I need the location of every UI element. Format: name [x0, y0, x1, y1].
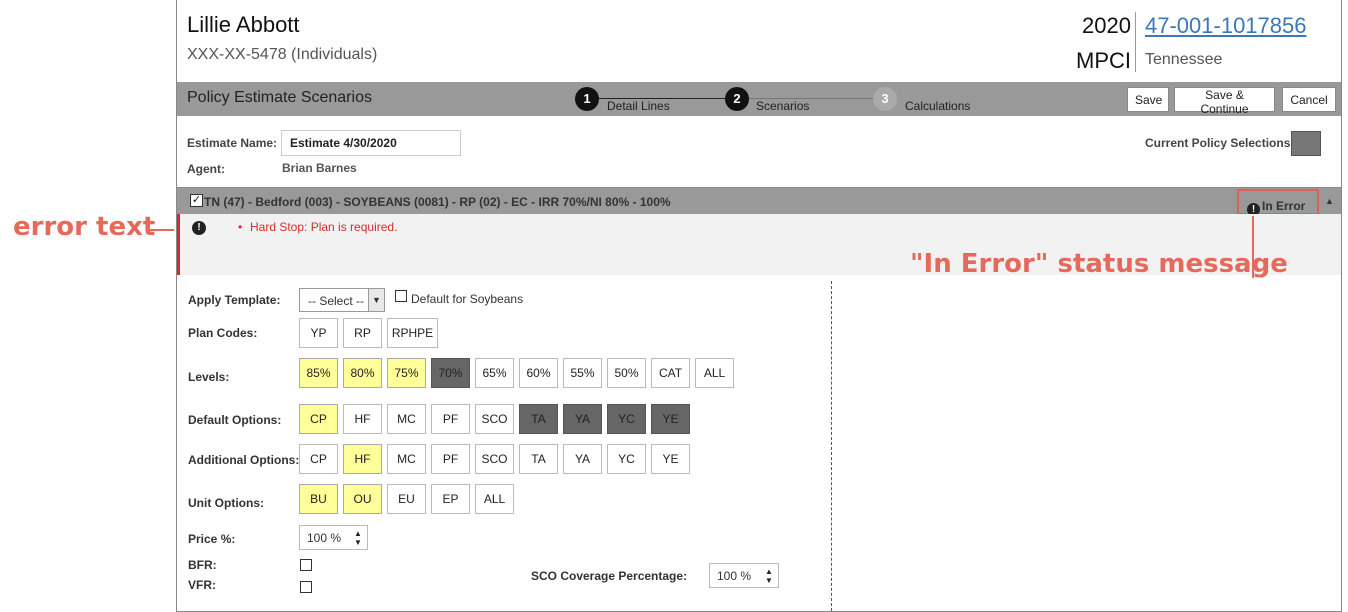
- level-85[interactable]: 85%: [299, 358, 338, 388]
- additional-options-label: Additional Options:: [188, 453, 300, 467]
- in-error-label: In Error: [1262, 199, 1306, 213]
- step-3-label[interactable]: Calculations: [905, 99, 970, 113]
- chevron-down-icon[interactable]: ▼: [368, 289, 384, 311]
- unit-option-ou[interactable]: OU: [343, 484, 382, 514]
- level-65[interactable]: 65%: [475, 358, 514, 388]
- default-option-yc[interactable]: YC: [607, 404, 646, 434]
- estimate-name-label: Estimate Name:: [187, 136, 278, 150]
- stepper-arrows-icon[interactable]: ▲ ▼: [760, 564, 778, 587]
- stepper-arrows-icon[interactable]: ▲ ▼: [349, 526, 367, 549]
- level-50[interactable]: 50%: [607, 358, 646, 388]
- level-60[interactable]: 60%: [519, 358, 558, 388]
- default-option-pf[interactable]: PF: [431, 404, 470, 434]
- default-options-label: Default Options:: [188, 413, 282, 427]
- detail-line-checkbox[interactable]: ✓: [190, 194, 203, 207]
- level-75[interactable]: 75%: [387, 358, 426, 388]
- step-1-label[interactable]: Detail Lines: [607, 99, 670, 113]
- policy-number-link[interactable]: 47-001-1017856: [1145, 13, 1306, 39]
- level-70[interactable]: 70%: [431, 358, 470, 388]
- step-2-circle[interactable]: 2: [725, 87, 749, 111]
- annotation-error-text-line: [146, 229, 174, 231]
- crop-year: 2020: [1082, 13, 1131, 38]
- vfr-label: VFR:: [188, 578, 216, 592]
- additional-option-ta[interactable]: TA: [519, 444, 558, 474]
- cancel-button[interactable]: Cancel: [1282, 87, 1336, 112]
- sco-coverage-value: 100 %: [717, 569, 752, 583]
- additional-option-yc[interactable]: YC: [607, 444, 646, 474]
- step-2-label[interactable]: Scenarios: [756, 99, 809, 113]
- error-message: Hard Stop: Plan is required.: [250, 220, 398, 234]
- default-option-mc[interactable]: MC: [387, 404, 426, 434]
- policy-type: MPCI: [1076, 48, 1131, 73]
- plan-code-rphpe[interactable]: RPHPE: [387, 318, 438, 348]
- current-policy-selections-label: Current Policy Selections =: [1145, 136, 1301, 150]
- insured-ssn: XXX-XX-5478 (Individuals): [187, 46, 378, 63]
- default-option-ta[interactable]: TA: [519, 404, 558, 434]
- detail-line-header[interactable]: ✓ TN (47) - Bedford (003) - SOYBEANS (00…: [177, 187, 1341, 216]
- default-soybeans-checkbox[interactable]: [395, 290, 407, 302]
- default-option-ye[interactable]: YE: [651, 404, 690, 434]
- unit-option-eu[interactable]: EU: [387, 484, 426, 514]
- policy-estimate-window: Lillie Abbott XXX-XX-5478 (Individuals) …: [176, 0, 1342, 612]
- unit-option-ep[interactable]: EP: [431, 484, 470, 514]
- save-button[interactable]: Save: [1127, 87, 1169, 112]
- plan-codes-label: Plan Codes:: [188, 326, 258, 340]
- agent-label: Agent:: [187, 162, 225, 176]
- plan-code-rp[interactable]: RP: [343, 318, 382, 348]
- insured-name: Lillie Abbott: [187, 12, 300, 37]
- unit-option-bu[interactable]: BU: [299, 484, 338, 514]
- unit-options-label: Unit Options:: [188, 496, 264, 510]
- default-option-sco[interactable]: SCO: [475, 404, 514, 434]
- additional-option-cp[interactable]: CP: [299, 444, 338, 474]
- header-divider: [1135, 12, 1136, 72]
- levels-label: Levels:: [188, 370, 230, 384]
- level-80[interactable]: 80%: [343, 358, 382, 388]
- bfr-checkbox[interactable]: [300, 559, 312, 571]
- estimate-name-field[interactable]: Estimate 4/30/2020: [281, 130, 461, 156]
- annotation-status-message: "In Error" status message: [910, 249, 1288, 279]
- step-1-circle[interactable]: 1: [575, 87, 599, 111]
- stage: error text Lillie Abbott XXX-XX-5478 (In…: [0, 0, 1348, 612]
- agent-value: Brian Barnes: [282, 161, 357, 175]
- step-3-circle[interactable]: 3: [873, 87, 897, 111]
- current-policy-selections-swatch: [1291, 131, 1321, 156]
- apply-template-label: Apply Template:: [188, 293, 281, 307]
- default-option-hf[interactable]: HF: [343, 404, 382, 434]
- price-value: 100 %: [307, 531, 342, 545]
- additional-option-mc[interactable]: MC: [387, 444, 426, 474]
- level-cat[interactable]: CAT: [651, 358, 690, 388]
- page-title: Policy Estimate Scenarios: [187, 89, 372, 106]
- template-select-value: -- Select --: [308, 294, 365, 308]
- default-soybeans-label: Default for Soybeans: [411, 292, 524, 306]
- save-continue-button[interactable]: Save & Continue: [1174, 87, 1275, 116]
- price-label: Price %:: [188, 532, 236, 546]
- additional-option-ya[interactable]: YA: [563, 444, 602, 474]
- default-option-ya[interactable]: YA: [563, 404, 602, 434]
- additional-option-pf[interactable]: PF: [431, 444, 470, 474]
- default-option-cp[interactable]: CP: [299, 404, 338, 434]
- additional-option-sco[interactable]: SCO: [475, 444, 514, 474]
- level-all[interactable]: ALL: [695, 358, 734, 388]
- unit-option-all[interactable]: ALL: [475, 484, 514, 514]
- sco-coverage-label: SCO Coverage Percentage:: [531, 569, 688, 583]
- sco-coverage-stepper[interactable]: 100 % ▲ ▼: [709, 563, 779, 588]
- additional-option-hf[interactable]: HF: [343, 444, 382, 474]
- bfr-label: BFR:: [188, 558, 217, 572]
- column-divider: [831, 281, 832, 611]
- vfr-checkbox[interactable]: [300, 581, 312, 593]
- price-stepper[interactable]: 100 % ▲ ▼: [299, 525, 368, 550]
- policy-state: Tennessee: [1145, 51, 1223, 68]
- template-select[interactable]: -- Select -- ▼: [299, 288, 385, 312]
- collapse-caret-icon[interactable]: ▲: [1325, 196, 1334, 206]
- title-bar: Policy Estimate Scenarios 1 Detail Lines…: [177, 82, 1341, 116]
- additional-option-ye[interactable]: YE: [651, 444, 690, 474]
- in-error-status[interactable]: ! In Error: [1237, 189, 1319, 216]
- detail-line-title: TN (47) - Bedford (003) - SOYBEANS (0081…: [204, 195, 671, 209]
- error-bullet-icon: •: [238, 220, 243, 234]
- annotation-error-text: error text: [13, 212, 156, 242]
- level-55[interactable]: 55%: [563, 358, 602, 388]
- error-alert-icon: !: [192, 221, 206, 235]
- plan-code-yp[interactable]: YP: [299, 318, 338, 348]
